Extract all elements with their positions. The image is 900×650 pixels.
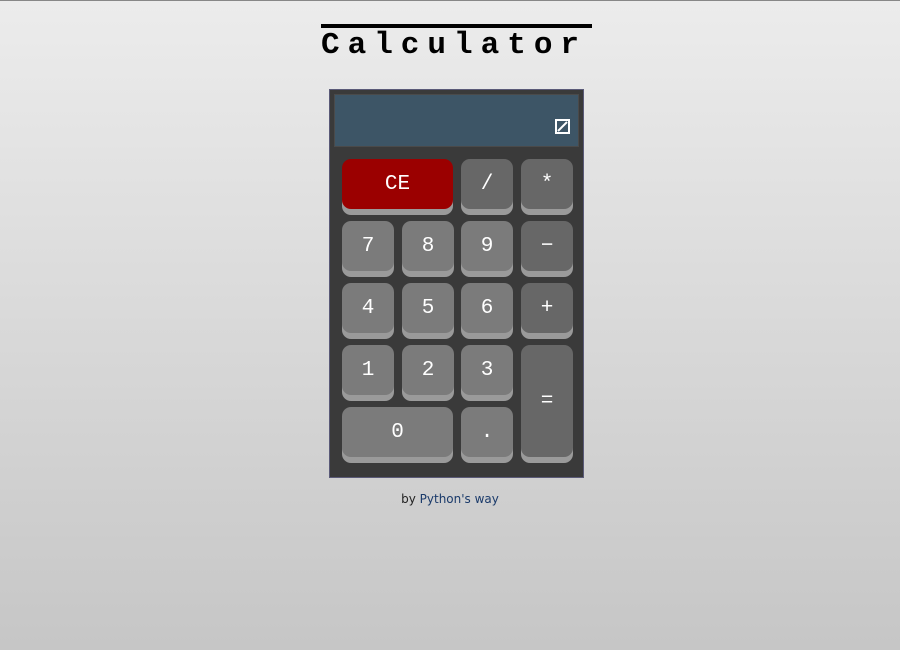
edit-square-icon[interactable] <box>555 119 570 134</box>
decimal-button[interactable]: . <box>461 407 513 457</box>
digit-8-button[interactable]: 8 <box>402 221 454 271</box>
calculator: CE / * 7 8 9 − 4 5 6 + 1 2 3 = 0 . <box>329 89 584 478</box>
plus-button[interactable]: + <box>521 283 573 333</box>
minus-button[interactable]: − <box>521 221 573 271</box>
page-title: Calculator <box>321 24 592 62</box>
footer-credit: by Python's way <box>0 492 900 506</box>
equals-button[interactable]: = <box>521 345 573 457</box>
digit-7-button[interactable]: 7 <box>342 221 394 271</box>
calculator-display <box>334 94 579 147</box>
digit-0-button[interactable]: 0 <box>342 407 453 457</box>
digit-2-button[interactable]: 2 <box>402 345 454 395</box>
footer-prefix: by <box>401 492 420 506</box>
pythons-way-link[interactable]: Python's way <box>420 492 499 506</box>
digit-5-button[interactable]: 5 <box>402 283 454 333</box>
digit-9-button[interactable]: 9 <box>461 221 513 271</box>
digit-6-button[interactable]: 6 <box>461 283 513 333</box>
digit-1-button[interactable]: 1 <box>342 345 394 395</box>
digit-3-button[interactable]: 3 <box>461 345 513 395</box>
digit-4-button[interactable]: 4 <box>342 283 394 333</box>
divide-button[interactable]: / <box>461 159 513 209</box>
multiply-button[interactable]: * <box>521 159 573 209</box>
clear-button[interactable]: CE <box>342 159 453 209</box>
